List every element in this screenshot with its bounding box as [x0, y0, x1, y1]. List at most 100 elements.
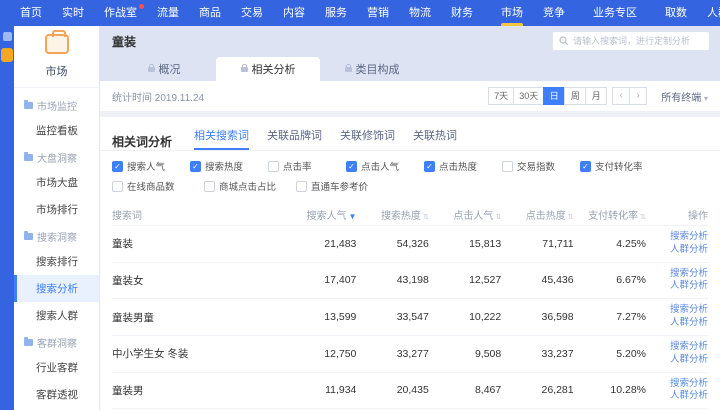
nav-item[interactable]: 人群管理 [697, 0, 720, 26]
nav-item[interactable]: 交易 [231, 0, 273, 26]
nav-item[interactable]: 内容 [273, 0, 315, 26]
date-range-button[interactable]: 30天 [513, 87, 544, 105]
search-input[interactable] [573, 36, 703, 46]
sidebar-section[interactable]: 客群洞察 [14, 329, 99, 354]
metric-checkbox[interactable]: ✓搜索人气 [112, 159, 190, 173]
checkbox-icon [268, 161, 279, 172]
terminal-dropdown-value: 所有终端 [661, 93, 701, 104]
nav-item[interactable]: 作战室 [94, 0, 147, 26]
sidebar-section[interactable]: 大盘洞察 [14, 144, 99, 169]
action-link[interactable]: 搜索分析 [652, 304, 708, 317]
action-link[interactable]: 搜索分析 [652, 268, 708, 281]
table-header-cell[interactable]: 搜索热度⇅ [362, 207, 434, 222]
lock-icon [241, 67, 248, 72]
value-cell: 26,281 [507, 384, 579, 396]
metric-checkbox[interactable]: 交易指数 [502, 159, 580, 173]
sidebar-item[interactable]: 搜索人群 [14, 302, 99, 329]
metric-checkbox[interactable]: 点击率 [268, 159, 346, 173]
panel-tabs: 相关搜索词关联品牌词关联修饰词关联热词 [194, 127, 457, 150]
action-cell: 搜索分析人群分析 [652, 304, 708, 330]
nav-item[interactable]: 流量 [147, 0, 189, 26]
sidebar-section[interactable]: 搜索洞察 [14, 223, 99, 248]
main-tab-label: 相关分析 [252, 61, 296, 77]
prev-date-button[interactable]: ‹ [612, 87, 630, 105]
sidebar-item[interactable]: 搜索分析 [14, 275, 99, 302]
terminal-dropdown[interactable]: 所有终端 ▾ [661, 89, 708, 104]
search-word-cell: 童装 [112, 236, 290, 251]
action-link[interactable]: 搜索分析 [652, 341, 708, 354]
value-cell: 12,527 [435, 274, 507, 286]
toolbar: 统计时间 2019.11.24 7天30天日周月 ‹ › 所有终端 ▾ [100, 81, 720, 111]
search-icon [559, 36, 569, 46]
table-header-cell[interactable]: 点击人气⇅ [435, 207, 507, 222]
main-tab[interactable]: 类目构成 [320, 57, 424, 81]
checkbox-icon: ✓ [580, 161, 591, 172]
nav-item[interactable]: 服务 [315, 0, 357, 26]
panel-tab[interactable]: 相关搜索词 [194, 127, 249, 150]
date-range-button[interactable]: 月 [585, 87, 607, 105]
sort-icon: ⇅ [640, 214, 646, 221]
search-box[interactable] [552, 31, 710, 51]
panel-title: 相关词分析 [112, 133, 172, 150]
related-words-table: 搜索词搜索人气▼搜索热度⇅点击人气⇅点击热度⇅支付转化率⇅操作 童装21,483… [100, 203, 720, 410]
value-cell: 36,598 [507, 311, 579, 323]
value-cell: 13,599 [290, 311, 362, 323]
folder-icon [24, 102, 33, 109]
nav-item[interactable]: 取数 [655, 0, 697, 26]
sidebar-item[interactable]: 市场排行 [14, 196, 99, 223]
value-cell: 43,198 [362, 274, 434, 286]
metric-checkbox[interactable]: ✓支付转化率 [580, 159, 672, 173]
action-link[interactable]: 人群分析 [652, 390, 708, 403]
sidebar-item[interactable]: 市场大盘 [14, 169, 99, 196]
date-range-button[interactable]: 日 [543, 87, 565, 105]
metric-row: 在线商品数 商城点击占比直通车参考价 [112, 179, 708, 193]
metric-label: 交易指数 [517, 159, 555, 173]
sidebar-item[interactable]: 搜索排行 [14, 248, 99, 275]
panel-tab[interactable]: 关联品牌词 [267, 127, 322, 150]
main-content: 童装 概况相关分析类目构成 统计时间 2019.11.24 7天30天日周月 ‹ [100, 26, 720, 410]
table-header-cell[interactable]: 搜索人气▼ [290, 207, 362, 222]
nav-item[interactable]: 营销 [357, 0, 399, 26]
checkbox-icon: ✓ [112, 161, 123, 172]
main-tab[interactable]: 相关分析 [216, 57, 320, 81]
action-link[interactable]: 搜索分析 [652, 378, 708, 391]
table-header-cell[interactable]: 点击热度⇅ [507, 207, 579, 222]
nav-item[interactable]: 竞争 [533, 0, 575, 26]
action-link[interactable]: 人群分析 [652, 280, 708, 293]
panel-tab[interactable]: 关联热词 [413, 127, 457, 150]
sidebar-section[interactable]: 市场监控 [14, 92, 99, 117]
sidebar-item[interactable]: 行业客群 [14, 354, 99, 381]
sidebar-item[interactable]: 客群透视 [14, 381, 99, 408]
main-tab[interactable]: 概况 [112, 57, 216, 81]
date-range-button[interactable]: 7天 [488, 87, 514, 105]
nav-item[interactable]: 商品 [189, 0, 231, 26]
metric-checkbox[interactable]: 商城点击占比 [204, 179, 296, 193]
value-cell: 33,547 [362, 311, 434, 323]
rail-badge[interactable] [1, 48, 13, 62]
metric-checkbox[interactable]: 直通车参考价 [296, 179, 388, 193]
action-link[interactable]: 搜索分析 [652, 231, 708, 244]
nav-item[interactable]: 物流 [399, 0, 441, 26]
action-link[interactable]: 人群分析 [652, 317, 708, 330]
metric-row: ✓搜索人气✓搜索热度点击率✓点击人气✓点击热度交易指数✓支付转化率 [112, 159, 708, 173]
nav-item[interactable]: 市场 [491, 0, 533, 26]
action-link[interactable]: 人群分析 [652, 354, 708, 367]
date-range-button[interactable]: 周 [564, 87, 586, 105]
action-link[interactable]: 人群分析 [652, 244, 708, 257]
value-cell: 6.67% [580, 274, 652, 286]
table-header-cell[interactable]: 支付转化率⇅ [580, 207, 652, 222]
metric-checkbox[interactable]: ✓点击热度 [424, 159, 502, 173]
metric-label: 在线商品数 [127, 179, 175, 193]
metric-checkbox[interactable]: ✓点击人气 [346, 159, 424, 173]
metric-label: 点击人气 [361, 159, 399, 173]
nav-item[interactable]: 首页 [10, 0, 52, 26]
metric-checkbox[interactable]: 在线商品数 [112, 179, 204, 193]
metric-checkbox[interactable]: ✓搜索热度 [190, 159, 268, 173]
nav-item[interactable]: 财务 [441, 0, 483, 26]
nav-item[interactable]: 实时 [52, 0, 94, 26]
next-date-button[interactable]: › [629, 87, 647, 105]
folder-icon [24, 339, 33, 346]
panel-tab[interactable]: 关联修饰词 [340, 127, 395, 150]
nav-item[interactable]: 业务专区 [583, 0, 647, 26]
sidebar-item[interactable]: 监控看板 [14, 117, 99, 144]
